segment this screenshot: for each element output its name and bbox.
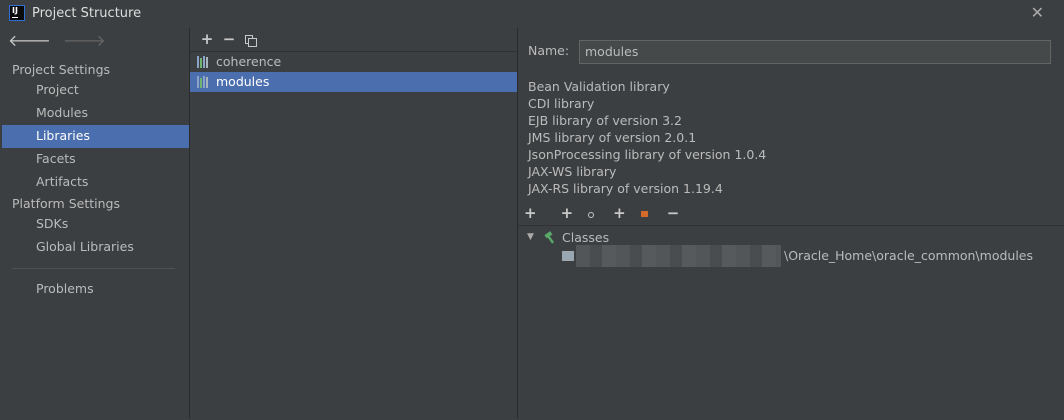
tree-node-classes[interactable]: Classes (562, 230, 609, 245)
sidebar-item-modules[interactable]: Modules (2, 102, 189, 125)
tree-node-path[interactable]: \Oracle_Home\oracle_common\modules (784, 248, 1033, 263)
library-details-panel: Name: modules Bean Validation library CD… (518, 28, 1064, 420)
copy-icon[interactable] (245, 34, 257, 47)
name-label: Name: (528, 43, 570, 58)
sidebar-item-libraries[interactable]: Libraries (2, 125, 189, 148)
window-title: Project Structure (32, 6, 142, 21)
libraries-list-panel: + − coherence modules (190, 28, 518, 419)
remove-button[interactable]: − (667, 204, 680, 222)
add-jar-button[interactable]: + (613, 204, 653, 222)
sidebar-item-project[interactable]: Project (2, 79, 189, 102)
name-field[interactable]: modules (579, 40, 1051, 64)
add-button[interactable]: + (524, 204, 547, 222)
library-description: CDI library (528, 96, 595, 111)
library-icon (197, 76, 211, 88)
classes-tree: ▼ Classes \Oracle_Home\oracle_common\mod… (518, 225, 1064, 420)
library-description: JAX-WS library (528, 164, 617, 179)
add-with-settings-button[interactable]: + (561, 204, 600, 222)
chevron-down-icon[interactable]: ▼ (527, 232, 534, 242)
libraries-toolbar: + − (196, 30, 257, 50)
hammer-icon (544, 231, 555, 244)
library-item-modules[interactable]: modules (190, 72, 517, 92)
jar-icon (640, 211, 648, 217)
platform-settings-header: Platform Settings (12, 196, 120, 211)
project-settings-header: Project Settings (12, 62, 111, 77)
library-icon (197, 56, 211, 68)
redacted-path (576, 245, 781, 267)
library-description: JMS library of version 2.0.1 (528, 130, 697, 145)
arrow-right-icon[interactable]: 🡒 (63, 31, 106, 50)
remove-library-button[interactable]: − (218, 30, 240, 48)
sidebar-item-artifacts[interactable]: Artifacts (2, 171, 189, 194)
close-icon[interactable]: ✕ (1031, 3, 1044, 22)
nav-arrows: 🡐 🡒 (8, 30, 106, 50)
arrow-left-icon[interactable]: 🡐 (8, 31, 51, 50)
settings-sidebar: 🡐 🡒 Project Settings Project Modules Libr… (0, 28, 190, 419)
gear-icon (588, 212, 595, 218)
sidebar-item-facets[interactable]: Facets (2, 148, 189, 171)
sidebar-item-problems[interactable]: Problems (2, 278, 189, 301)
library-label: coherence (216, 54, 282, 69)
library-description: Bean Validation library (528, 79, 670, 94)
sidebar-item-global-libraries[interactable]: Global Libraries (2, 236, 189, 259)
library-description: JsonProcessing library of version 1.0.4 (528, 147, 767, 162)
title-bar: IJ Project Structure ✕ (0, 0, 1064, 28)
add-library-button[interactable]: + (196, 30, 218, 48)
sidebar-divider (12, 268, 175, 269)
library-description: JAX-RS library of version 1.19.4 (528, 181, 723, 196)
classes-toolbar: + + + − (524, 204, 689, 222)
intellij-logo-icon: IJ (9, 5, 25, 21)
library-label: modules (216, 74, 270, 89)
library-description: EJB library of version 3.2 (528, 113, 682, 128)
sidebar-item-sdks[interactable]: SDKs (2, 213, 189, 236)
library-item-coherence[interactable]: coherence (190, 52, 517, 72)
folder-icon (562, 251, 574, 261)
